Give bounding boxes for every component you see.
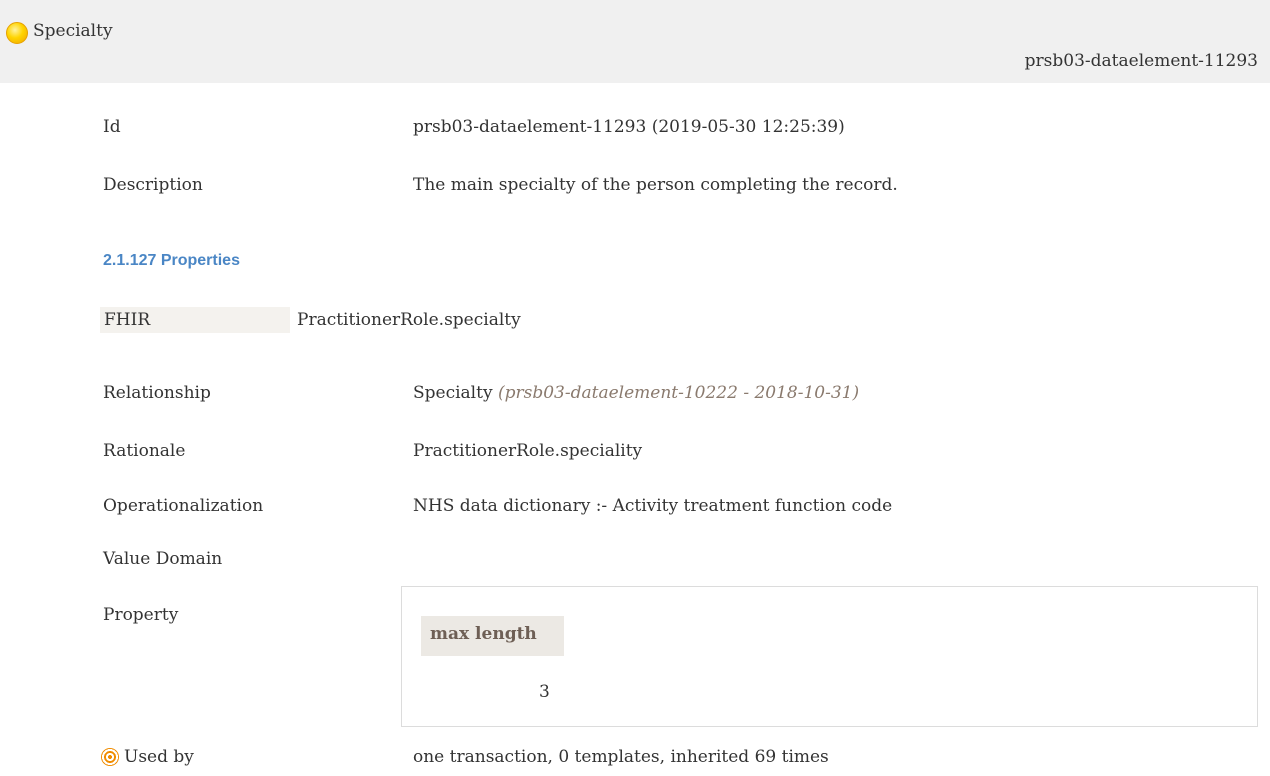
relationship-value: Specialty (prsb03-dataelement-10222 - 20… [413,383,859,403]
used-by-value: one transaction, 0 templates, inherited … [413,747,829,767]
description-value: The main specialty of the person complet… [413,175,898,195]
properties-heading: 2.1.127 Properties [103,252,240,269]
relationship-label: Relationship [103,383,211,403]
id-label: Id [103,117,121,137]
description-label: Description [103,175,203,195]
id-value: prsb03-dataelement-11293 (2019-05-30 12:… [413,117,845,137]
property-label: Property [103,605,179,625]
operationalization-label: Operationalization [103,496,264,516]
fhir-value: PractitionerRole.specialty [297,310,521,330]
used-by-label[interactable]: Used by [124,747,194,767]
target-icon[interactable] [101,748,119,766]
property-table: max length 3 [401,586,1258,727]
page-header: Specialty prsb03-dataelement-11293 [0,0,1270,83]
max-length-header: max length [421,616,564,656]
relationship-detail: (prsb03-dataelement-10222 - 2018-10-31) [497,383,860,403]
operationalization-value: NHS data dictionary :- Activity treatmen… [413,496,893,516]
header-id: prsb03-dataelement-11293 [1024,51,1258,71]
rationale-label: Rationale [103,441,186,461]
rationale-value: PractitionerRole.speciality [413,441,643,461]
fhir-label: FHIR [100,307,290,333]
relationship-name: Specialty [413,383,493,403]
header-title: Specialty [33,21,113,41]
max-length-value: 3 [539,682,550,702]
value-domain-label: Value Domain [103,549,223,569]
status-dot-icon [6,22,28,44]
